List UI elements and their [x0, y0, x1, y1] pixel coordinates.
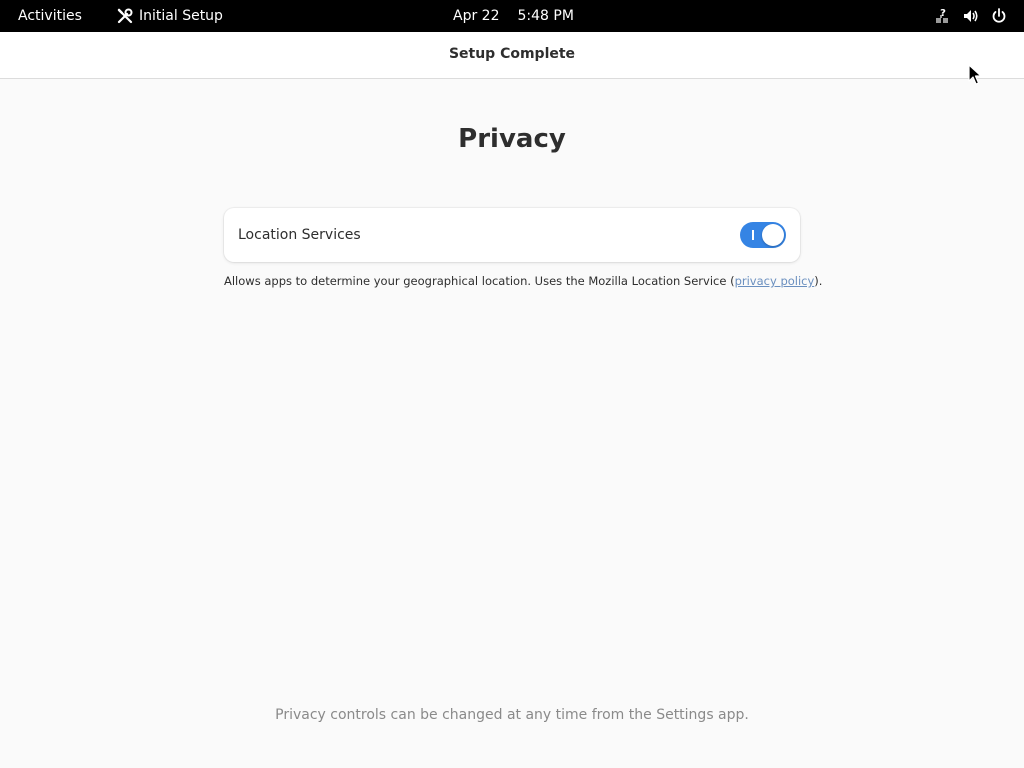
- location-services-toggle[interactable]: [740, 222, 786, 248]
- time-label: 5:48 PM: [517, 8, 574, 24]
- toggle-knob: [762, 224, 784, 246]
- app-name: Initial Setup: [139, 8, 223, 24]
- location-services-label: Location Services: [238, 227, 361, 243]
- location-description: Allows apps to determine your geographic…: [224, 274, 824, 288]
- app-menu-button[interactable]: Initial Setup: [116, 0, 223, 32]
- page-title: Privacy: [458, 124, 566, 154]
- header-title: Setup Complete: [448, 46, 576, 62]
- date-label: Apr 22: [453, 8, 500, 24]
- footer-note: Privacy controls can be changed at any t…: [275, 707, 749, 723]
- volume-icon: [962, 7, 980, 25]
- description-prefix: Allows apps to determine your geographic…: [224, 274, 735, 288]
- description-suffix: ).: [814, 274, 823, 288]
- mouse-cursor-icon: [968, 64, 982, 86]
- svg-text:?: ?: [940, 8, 946, 19]
- toggle-on-mark: [752, 230, 754, 240]
- activities-button[interactable]: Activities: [18, 0, 82, 32]
- tools-icon: [116, 7, 134, 25]
- privacy-policy-link[interactable]: privacy policy: [735, 274, 815, 288]
- power-icon: [990, 7, 1008, 25]
- location-services-row[interactable]: Location Services: [224, 208, 800, 262]
- top-bar: Activities Initial Setup Apr 22 5:48 PM ?: [0, 0, 1024, 32]
- header-bar: Setup Complete: [0, 32, 1024, 79]
- system-tray[interactable]: ?: [924, 0, 1008, 32]
- network-unknown-icon: ?: [934, 7, 952, 25]
- clock-button[interactable]: Apr 22 5:48 PM: [453, 0, 574, 32]
